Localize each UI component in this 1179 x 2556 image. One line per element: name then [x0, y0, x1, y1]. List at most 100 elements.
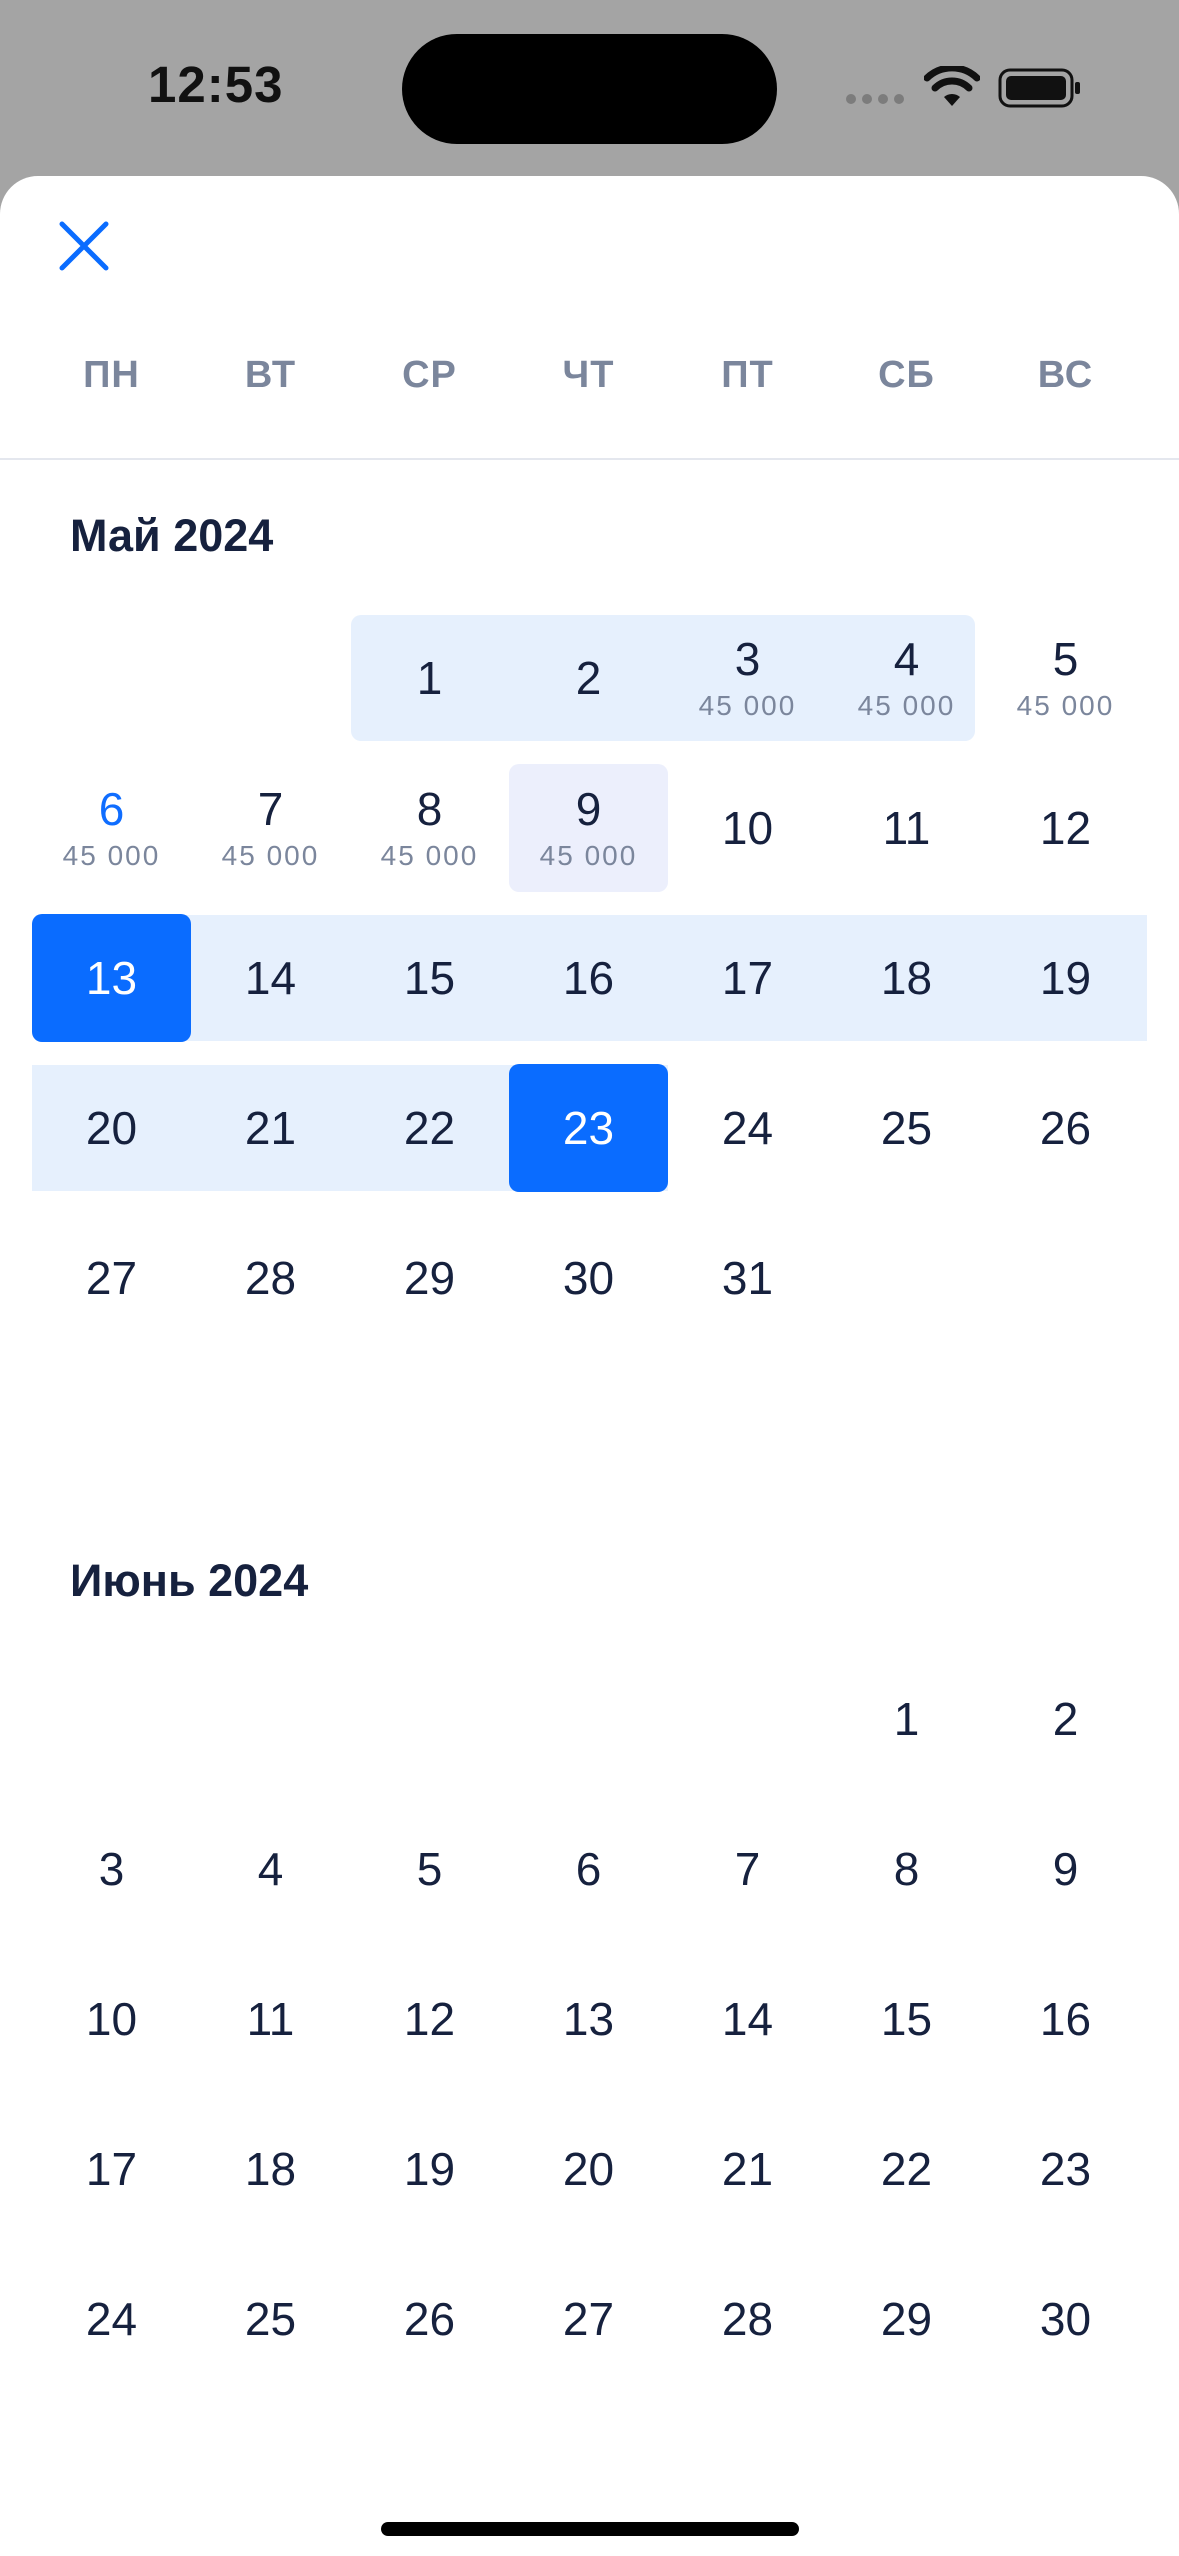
day-number: 26: [1039, 1102, 1092, 1154]
calendar-day[interactable]: 9 45 000: [509, 764, 668, 892]
day-number: 28: [721, 2293, 774, 2345]
day-number: 11: [882, 802, 931, 854]
calendar-day[interactable]: 20: [32, 1064, 191, 1192]
weekday-label: СР: [402, 354, 457, 396]
calendar-day[interactable]: 4: [191, 1805, 350, 1933]
calendar-day[interactable]: 23: [986, 2105, 1145, 2233]
calendar-day[interactable]: 28: [668, 2255, 827, 2383]
calendar-day[interactable]: 8 45 000: [350, 764, 509, 892]
day-price: 45 000: [698, 690, 797, 721]
calendar-day[interactable]: 15: [350, 914, 509, 1042]
calendar-day[interactable]: 2: [509, 614, 668, 742]
calendar-day[interactable]: 20: [509, 2105, 668, 2233]
calendar-day[interactable]: 9: [986, 1805, 1145, 1933]
close-button[interactable]: [48, 210, 120, 282]
day-number: 30: [562, 1252, 615, 1304]
wifi-icon: [924, 66, 980, 106]
day-number: 23: [562, 1102, 615, 1154]
calendar-day[interactable]: 14: [668, 1955, 827, 2083]
day-number: 8: [893, 1843, 920, 1895]
calendar-day[interactable]: 3: [32, 1805, 191, 1933]
battery-icon: [998, 68, 1080, 108]
day-number: 26: [403, 2293, 456, 2345]
calendar-day[interactable]: 6 45 000: [32, 764, 191, 892]
calendar-day[interactable]: 28: [191, 1214, 350, 1342]
day-number: 14: [244, 952, 297, 1004]
day-number: 11: [246, 1993, 295, 2045]
calendar-day[interactable]: 13: [32, 914, 191, 1042]
day-number: 24: [721, 1102, 774, 1154]
calendar-sheet: ПН ВТ СР ЧТ ПТ СБ ВС Май 2024 Июнь 2024 …: [0, 176, 1179, 2556]
calendar-day[interactable]: 25: [191, 2255, 350, 2383]
calendar-day[interactable]: 19: [350, 2105, 509, 2233]
day-number: 21: [244, 1102, 297, 1154]
calendar-day[interactable]: 21: [668, 2105, 827, 2233]
day-number: 10: [721, 802, 774, 854]
calendar-day[interactable]: 10: [668, 764, 827, 892]
calendar-day[interactable]: 1: [350, 614, 509, 742]
day-number: 5: [416, 1843, 443, 1895]
calendar-day[interactable]: 3 45 000: [668, 614, 827, 742]
day-number: 12: [1039, 802, 1092, 854]
calendar-day[interactable]: 21: [191, 1064, 350, 1192]
calendar-day[interactable]: 5 45 000: [986, 614, 1145, 742]
weekday-label: ВС: [1037, 354, 1094, 396]
calendar-day[interactable]: 12: [986, 764, 1145, 892]
calendar-day[interactable]: 26: [350, 2255, 509, 2383]
day-number: 12: [403, 1993, 456, 2045]
calendar-day[interactable]: 12: [350, 1955, 509, 2083]
calendar-day[interactable]: 8: [827, 1805, 986, 1933]
calendar-day[interactable]: 31: [668, 1214, 827, 1342]
calendar-day[interactable]: 23: [509, 1064, 668, 1192]
calendar-day[interactable]: 22: [827, 2105, 986, 2233]
calendar-day[interactable]: 30: [986, 2255, 1145, 2383]
day-number: 4: [257, 1843, 284, 1895]
dynamic-island: [402, 34, 777, 144]
calendar-day[interactable]: 7 45 000: [191, 764, 350, 892]
calendar-day[interactable]: 1: [827, 1655, 986, 1783]
day-number: 13: [562, 1993, 615, 2045]
calendar-day[interactable]: 5: [350, 1805, 509, 1933]
home-indicator: [381, 2522, 799, 2536]
day-number: 17: [85, 2143, 138, 2195]
weekday-label: ПН: [83, 354, 140, 396]
day-number: 24: [85, 2293, 138, 2345]
calendar-day[interactable]: 6: [509, 1805, 668, 1933]
day-number: 14: [721, 1993, 774, 2045]
calendar-day[interactable]: 26: [986, 1064, 1145, 1192]
day-number: 21: [721, 2143, 774, 2195]
day-number: 29: [403, 1252, 456, 1304]
calendar-day[interactable]: 30: [509, 1214, 668, 1342]
calendar-day[interactable]: 13: [509, 1955, 668, 2083]
calendar-day[interactable]: 24: [668, 1064, 827, 1192]
calendar-day[interactable]: 15: [827, 1955, 986, 2083]
calendar-day[interactable]: 7: [668, 1805, 827, 1933]
calendar-day[interactable]: 11: [827, 764, 986, 892]
day-number: 19: [1039, 952, 1092, 1004]
calendar-day[interactable]: 22: [350, 1064, 509, 1192]
calendar-day[interactable]: 17: [668, 914, 827, 1042]
calendar-day[interactable]: 17: [32, 2105, 191, 2233]
calendar-day[interactable]: 2: [986, 1655, 1145, 1783]
day-number: 16: [1039, 1993, 1092, 2045]
calendar-day[interactable]: 29: [827, 2255, 986, 2383]
calendar-day[interactable]: 27: [509, 2255, 668, 2383]
calendar-day[interactable]: 16: [509, 914, 668, 1042]
calendar-day[interactable]: 18: [191, 2105, 350, 2233]
calendar-day[interactable]: 29: [350, 1214, 509, 1342]
calendar-day[interactable]: 18: [827, 914, 986, 1042]
day-number: 18: [244, 2143, 297, 2195]
calendar-day[interactable]: 11: [191, 1955, 350, 2083]
month-title-june: Июнь 2024: [70, 1555, 309, 1606]
calendar-day[interactable]: 16: [986, 1955, 1145, 2083]
day-number: 22: [880, 2143, 933, 2195]
calendar-day[interactable]: 4 45 000: [827, 614, 986, 742]
calendar-day[interactable]: 27: [32, 1214, 191, 1342]
calendar-day[interactable]: 25: [827, 1064, 986, 1192]
calendar-day[interactable]: 14: [191, 914, 350, 1042]
day-number: 27: [85, 1252, 138, 1304]
calendar-day[interactable]: 10: [32, 1955, 191, 2083]
status-time: 12:53: [148, 56, 284, 113]
calendar-day[interactable]: 24: [32, 2255, 191, 2383]
calendar-day[interactable]: 19: [986, 914, 1145, 1042]
